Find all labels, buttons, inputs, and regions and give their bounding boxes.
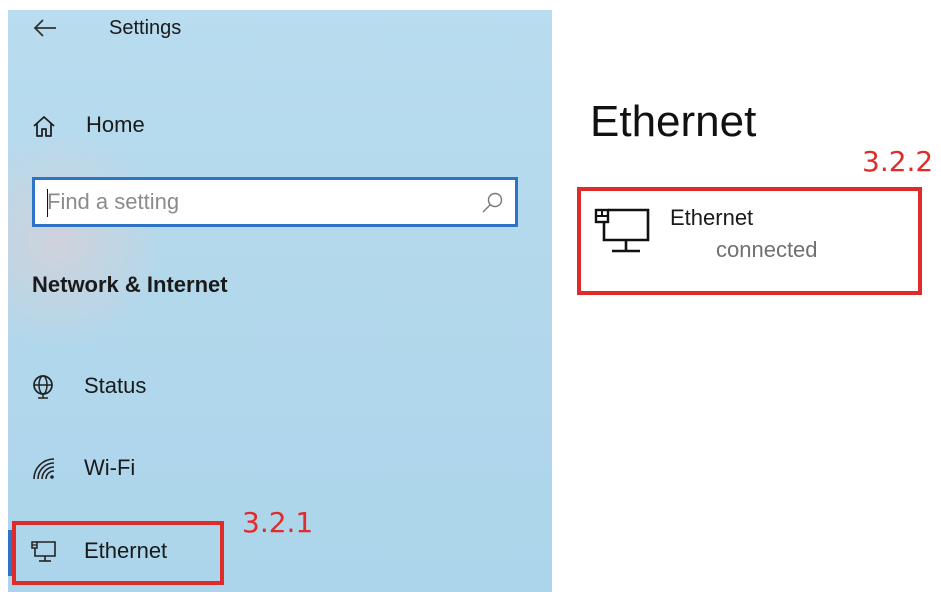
search-input[interactable] (47, 186, 467, 218)
back-button[interactable] (30, 14, 60, 42)
sidebar-item-wifi[interactable]: Wi-Fi (8, 447, 548, 487)
sidebar-item-home[interactable]: Home (8, 104, 548, 144)
sidebar-item-label: Status (84, 373, 147, 398)
search-icon[interactable] (479, 190, 505, 216)
sidebar-item-label: Wi-Fi (84, 455, 136, 480)
wifi-icon (33, 458, 55, 480)
home-icon (33, 116, 55, 137)
callout-label-ethernet-card: 3.2.2 (862, 145, 934, 178)
sidebar-item-label: Home (86, 112, 145, 137)
search-box[interactable] (32, 177, 518, 227)
callout-label-ethernet-nav: 3.2.1 (242, 506, 314, 539)
back-arrow-icon (33, 19, 56, 37)
page-title: Ethernet (590, 97, 757, 146)
section-heading: Network & Internet (32, 272, 228, 297)
connection-name: Ethernet (670, 205, 754, 230)
sidebar: Settings Home Network & Internet Status (8, 10, 552, 592)
sidebar-item-status[interactable]: Status (8, 365, 548, 405)
window-title: Settings (109, 17, 182, 39)
globe-icon (33, 375, 53, 399)
ethernet-connection-card[interactable]: Ethernet connected (584, 192, 914, 288)
ethernet-icon (594, 208, 650, 253)
callout-box-ethernet-nav (12, 521, 224, 585)
connection-status: connected (716, 237, 818, 262)
